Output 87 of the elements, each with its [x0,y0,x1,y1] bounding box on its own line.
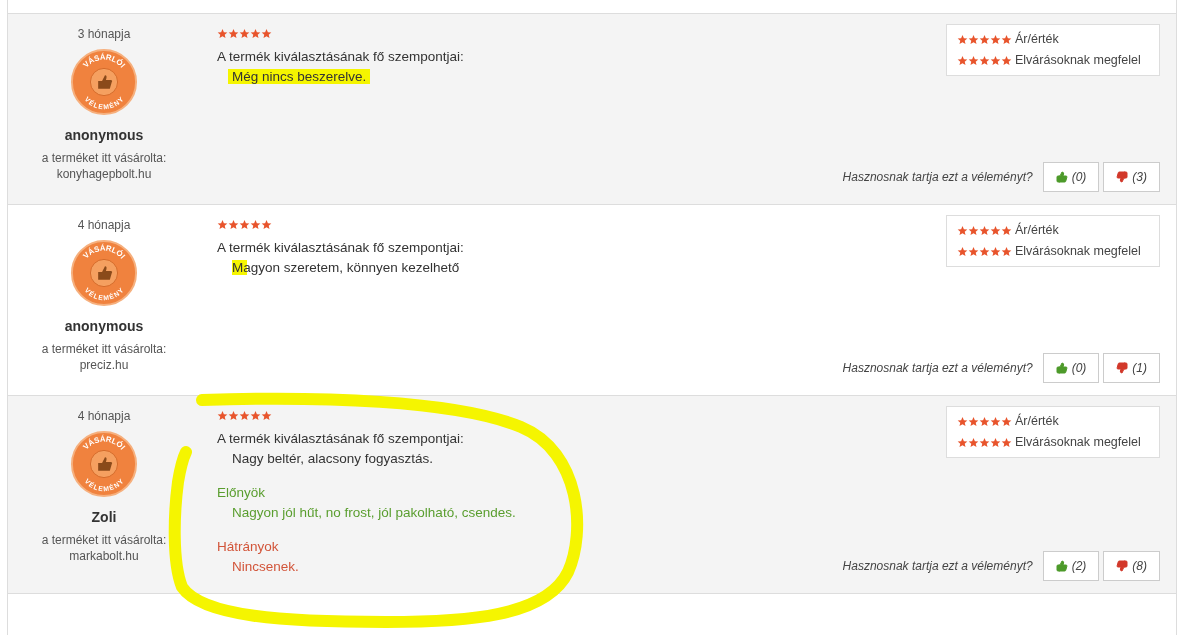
star-icon [1001,437,1012,448]
star-icon [1001,34,1012,45]
helpful-button[interactable]: (2) [1042,551,1100,581]
rating-label: Ár/érték [1015,412,1059,430]
thumbs-up-icon [1055,560,1068,572]
star-icon [979,437,990,448]
not-helpful-button[interactable]: (1) [1103,353,1160,383]
review-age: 4 hónapja [77,217,131,233]
criteria-text: Nagy beltér, alacsony fogyasztás. [232,451,434,466]
star-icon [1001,416,1012,427]
star-icon [250,410,261,421]
star-icon [957,437,968,448]
star-icon [261,219,272,230]
star-icon [239,410,250,421]
star-icon [990,34,1001,45]
helpful-question: Hasznosnak tartja ezt a véleményt? [842,360,1033,377]
star-icon [990,416,1001,427]
star-icon [979,34,990,45]
review-age: 3 hónapja [77,26,131,42]
bought-label: a terméket itt vásárolta: [41,532,167,548]
star-icon [261,410,272,421]
star-icon [1001,225,1012,236]
thumbs-up-icon [1055,362,1068,374]
rating-label: Elvárásoknak megfelel [1015,243,1141,260]
thumbs-up-icon [1055,171,1068,183]
criteria-title: A termék kiválasztásának fő szempontjai: [217,48,464,66]
star-icon [217,410,228,421]
rating-label: Ár/érték [1015,221,1059,239]
star-icon [1001,246,1012,257]
star-icon [968,416,979,427]
helpful-question: Hasznosnak tartja ezt a véleményt? [842,169,1033,186]
rating-label: Ár/érték [1015,30,1059,48]
bought-label: a terméket itt vásárolta: [41,150,167,166]
star-icon [979,55,990,66]
star-icon [968,34,979,45]
thumbs-down-icon [1116,171,1129,183]
helpful-button[interactable]: (0) [1042,162,1100,192]
star-icon [990,246,1001,257]
star-icon [979,246,990,257]
star-icon [228,410,239,421]
helpful-button[interactable]: (0) [1042,353,1100,383]
shop-name: markabolt.hu [69,548,139,564]
section-text: Nagyon jól hűt, no frost, jól pakolható, csendes. [232,504,516,522]
star-icon [957,416,968,427]
rating-label: Elvárásoknak megfelel [1015,434,1141,451]
star-icon [968,246,979,257]
star-icon [217,28,228,39]
star-icon [957,34,968,45]
not-helpful-button[interactable]: (8) [1103,551,1160,581]
review-age: 4 hónapja [77,408,131,424]
star-icon [957,225,968,236]
star-icon [217,219,228,230]
star-icon [968,437,979,448]
helpful-question: Hasznosnak tartja ezt a véleményt? [842,558,1033,575]
star-icon [979,416,990,427]
bought-label: a terméket itt vásárolta: [41,341,167,357]
star-icon [990,437,1001,448]
star-icon [228,219,239,230]
not-helpful-button[interactable]: (3) [1103,162,1160,192]
rating-label: Elvárásoknak megfelel [1015,52,1141,69]
star-icon [990,55,1001,66]
section-text: Nincsenek. [232,558,299,576]
star-icon [957,55,968,66]
star-icon [239,28,250,39]
star-icon [990,225,1001,236]
criteria-title: A termék kiválasztásának fő szempontjai: [217,239,464,257]
star-icon [250,28,261,39]
section-title: Hátrányok [217,538,279,556]
star-icon [968,225,979,236]
star-icon [239,219,250,230]
author-name: Zoli [91,508,117,526]
thumbs-down-icon [1116,560,1129,572]
star-icon [261,28,272,39]
shop-name: preciz.hu [79,357,129,373]
star-icon [979,225,990,236]
star-icon [1001,55,1012,66]
star-icon [957,246,968,257]
section-title: Előnyök [217,484,266,502]
star-icon [968,55,979,66]
author-name: anonymous [64,317,144,335]
criteria-title: A termék kiválasztásának fő szempontjai: [217,430,464,448]
star-icon [250,219,261,230]
shop-name: konyhagepbolt.hu [56,166,152,182]
criteria-text: Még nincs beszerelve. [228,69,371,84]
star-icon [228,28,239,39]
thumbs-down-icon [1116,362,1129,374]
author-name: anonymous [64,126,144,144]
